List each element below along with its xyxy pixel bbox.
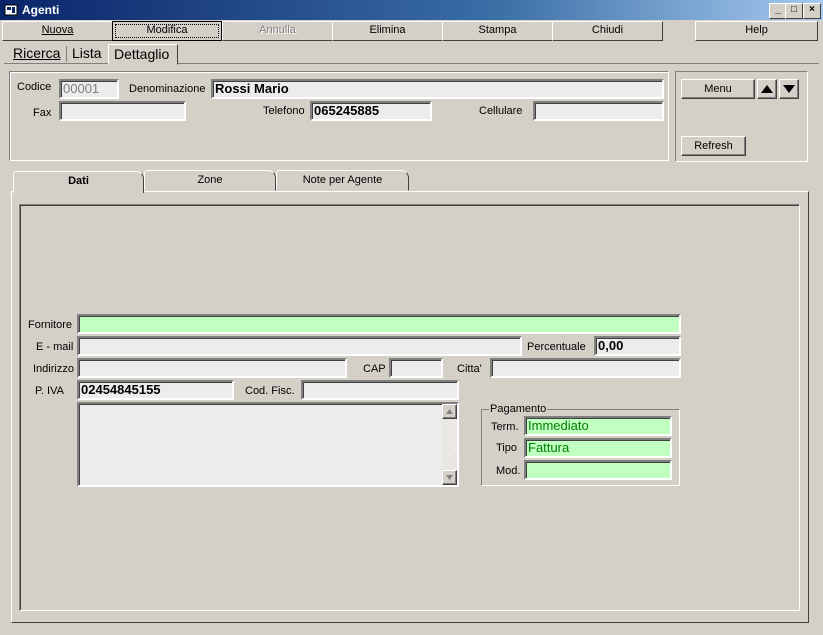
nuova-label: Nuova — [41, 24, 74, 36]
piva-label: P. IVA — [35, 385, 64, 397]
help-label: Help — [745, 24, 768, 36]
telefono-label: Telefono — [263, 105, 305, 117]
menu-button[interactable]: Menu — [681, 79, 755, 99]
citta-label: Citta' — [457, 363, 482, 375]
fornitore-label: Fornitore — [28, 319, 73, 331]
fax-label: Fax — [33, 107, 52, 119]
tab-zone[interactable]: Zone — [144, 170, 276, 191]
help-button[interactable]: Help — [695, 21, 818, 41]
cellulare-field[interactable] — [533, 101, 664, 121]
window-title: Agenti — [22, 3, 60, 17]
stampa-button[interactable]: Stampa — [442, 21, 553, 41]
codice-label: Codice — [17, 81, 52, 93]
nav-separator — [66, 46, 67, 62]
codice-field[interactable]: 00001 — [59, 79, 119, 99]
codfisc-label: Cod. Fisc. — [245, 385, 295, 397]
cap-field[interactable] — [389, 358, 443, 378]
pagamento-label: Pagamento — [489, 403, 548, 416]
cap-label: CAP — [363, 363, 386, 375]
codfisc-field[interactable] — [301, 380, 459, 400]
chiudi-label: Chiudi — [591, 24, 624, 36]
tab-dettaglio-label: Dettaglio — [114, 46, 170, 62]
minimize-icon: _ — [775, 4, 781, 15]
menu-label: Menu — [704, 83, 732, 95]
maximize-button[interactable]: □ — [785, 3, 803, 19]
tab-dati-label: Dati — [68, 175, 89, 187]
app-icon — [4, 4, 18, 16]
tipo-field[interactable]: Fattura — [524, 438, 672, 458]
cellulare-label: Cellulare — [479, 105, 523, 117]
email-label: E - mail — [36, 341, 74, 353]
scroll-up-button[interactable] — [442, 404, 457, 419]
indirizzo-field[interactable] — [77, 358, 347, 378]
maximize-icon: □ — [790, 4, 798, 15]
tipo-label: Tipo — [496, 442, 517, 454]
nuova-button[interactable]: Nuova — [2, 21, 113, 41]
close-button[interactable]: × — [803, 3, 821, 19]
mod-field[interactable] — [524, 460, 672, 480]
refresh-label: Refresh — [694, 140, 733, 152]
term-label: Term. — [491, 421, 519, 433]
stampa-label: Stampa — [478, 24, 517, 36]
tab-lista-label: Lista — [72, 45, 102, 61]
tab-dati[interactable]: Dati — [13, 171, 144, 193]
refresh-button[interactable]: Refresh — [681, 136, 746, 156]
chiudi-button[interactable]: Chiudi — [552, 21, 663, 41]
scroll-down-icon — [446, 475, 453, 480]
note-scrollbar[interactable] — [442, 404, 457, 485]
tab-note-label: Note per Agente — [302, 174, 383, 186]
up-button[interactable] — [757, 79, 777, 99]
elimina-label: Elimina — [369, 24, 406, 36]
tab-note[interactable]: Note per Agente — [276, 170, 409, 191]
email-field[interactable] — [77, 336, 522, 356]
close-icon: × — [809, 4, 815, 15]
annulla-label: Annulla — [259, 24, 296, 36]
denominazione-label: Denominazione — [129, 83, 206, 95]
mod-label: Mod. — [496, 465, 521, 477]
annulla-button[interactable]: Annulla — [222, 21, 333, 41]
title-bar: Agenti _ □ × — [0, 0, 823, 20]
arrow-up-icon — [761, 85, 773, 93]
modifica-label: Modifica — [146, 24, 188, 36]
scroll-up-icon — [446, 409, 453, 414]
down-button[interactable] — [779, 79, 799, 99]
tab-ricerca[interactable]: Ricerca — [13, 44, 63, 64]
telefono-field[interactable]: 065245885 — [310, 101, 432, 121]
indirizzo-label: Indirizzo — [33, 363, 74, 375]
denominazione-field[interactable]: Rossi Mario — [211, 79, 664, 99]
citta-field[interactable] — [490, 358, 681, 378]
tab-lista[interactable]: Lista — [72, 44, 108, 64]
term-field[interactable]: Immediato — [524, 416, 672, 436]
tab-ricerca-label: Ricerca — [13, 45, 61, 61]
fornitore-field[interactable] — [77, 314, 681, 334]
scroll-down-button[interactable] — [442, 470, 457, 485]
tab-dettaglio[interactable]: Dettaglio — [108, 44, 178, 65]
note-textarea[interactable] — [77, 402, 459, 487]
percentuale-field[interactable]: 0,00 — [594, 336, 681, 356]
elimina-button[interactable]: Elimina — [332, 21, 443, 41]
percentuale-label: Percentuale — [527, 341, 586, 353]
piva-field[interactable]: 02454845155 — [77, 380, 234, 400]
fax-field[interactable] — [59, 101, 186, 121]
modifica-button[interactable]: Modifica — [112, 21, 222, 41]
tab-zone-label: Zone — [197, 174, 223, 186]
arrow-down-icon — [783, 85, 795, 93]
